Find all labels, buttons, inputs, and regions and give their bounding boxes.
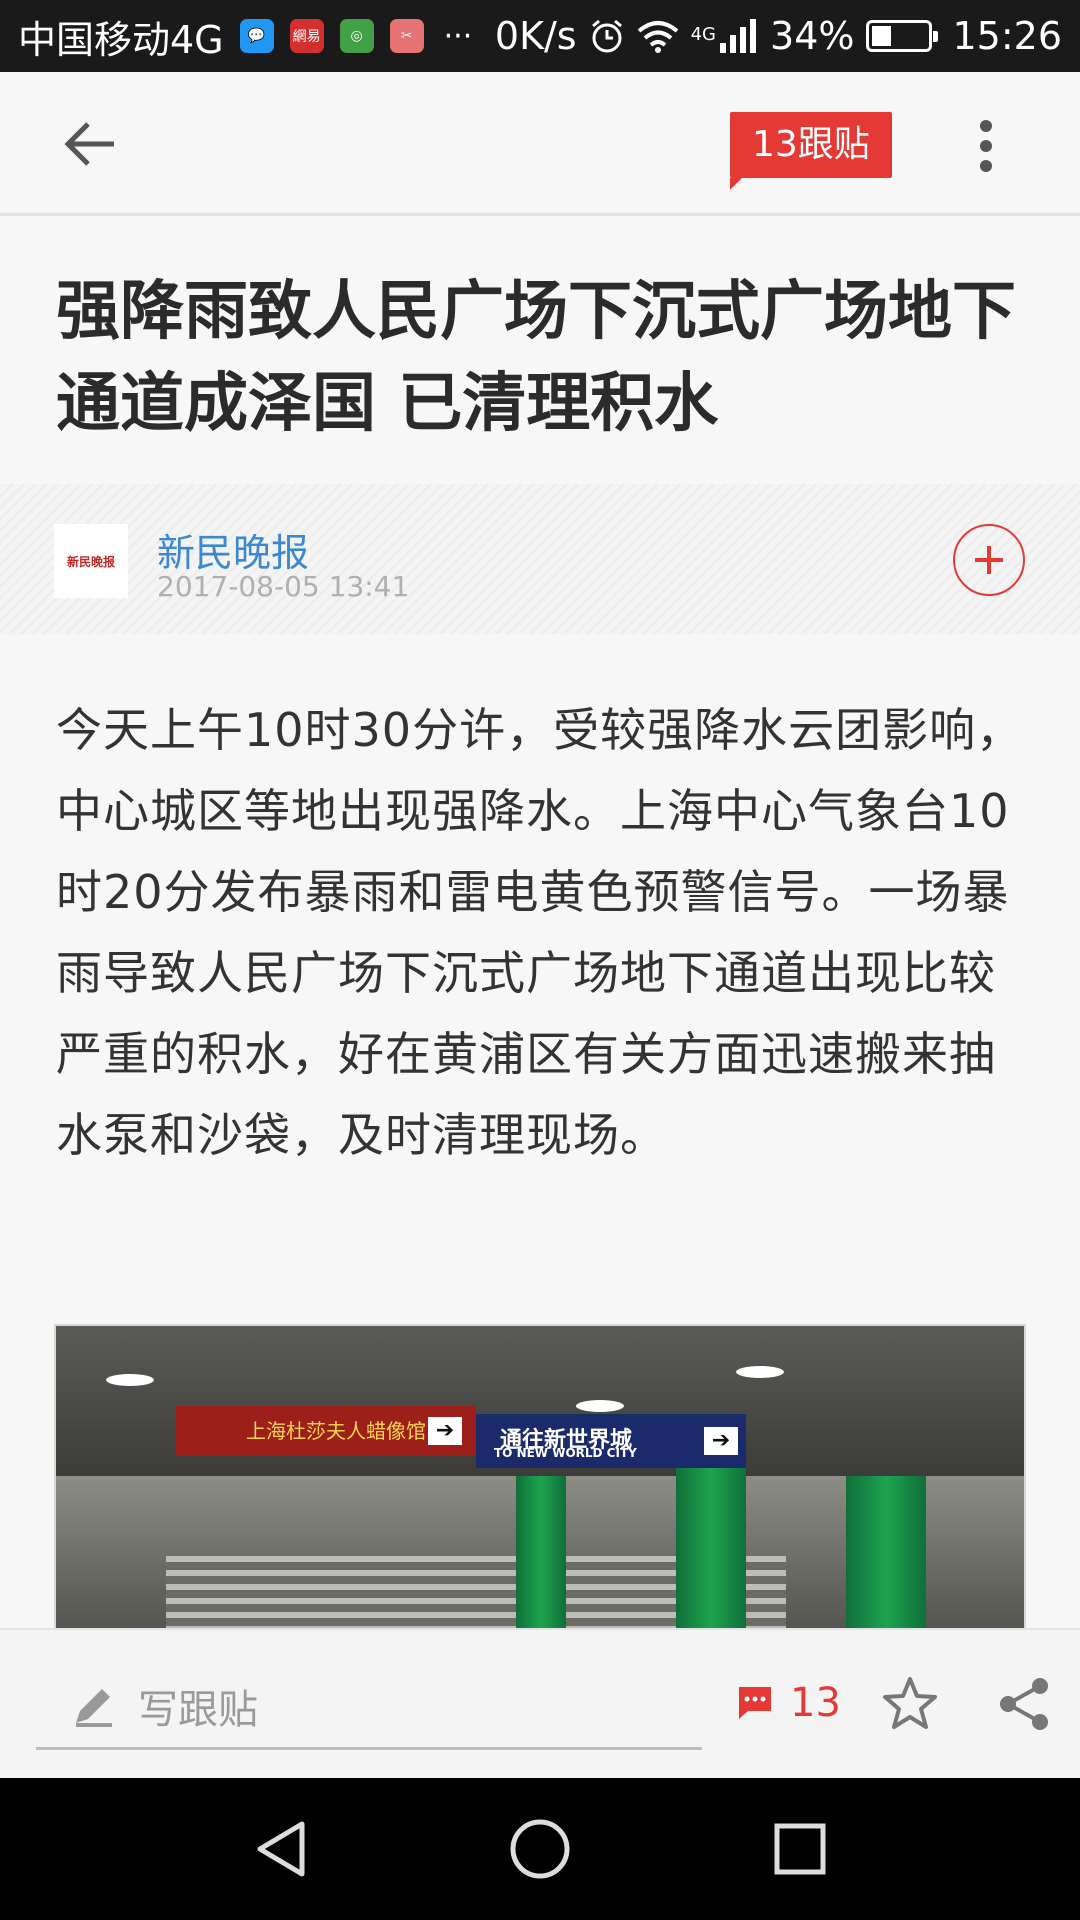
battery-percent: 34% (770, 14, 855, 58)
star-icon[interactable] (880, 1674, 940, 1734)
article-body: 今天上午10时30分许，受较强降水云团影响，中心城区等地出现强降水。上海中心气象… (56, 703, 1024, 1162)
battery-icon (866, 20, 939, 52)
bottom-action-bar: 写跟贴 13 (0, 1628, 1080, 1778)
comment-placeholder: 写跟贴 (138, 1686, 258, 1733)
more-options-icon[interactable] (970, 116, 1002, 176)
source-name[interactable]: 新民晚报 (157, 522, 309, 577)
source-logo[interactable]: 新民晚报 (54, 524, 128, 598)
source-row: 新民晚报 新民晚报 2017-08-05 13:41 (0, 484, 1080, 634)
article-content[interactable]: 强降雨致人民广场下沉式广场地下通道成泽国 已清理积水 新民晚报 新民晚报 201… (0, 216, 1080, 1628)
green-pillar (676, 1466, 746, 1628)
share-icon[interactable] (996, 1674, 1052, 1734)
alarm-icon (591, 19, 622, 53)
ceiling-lamp (736, 1366, 784, 1378)
wifi-icon (637, 21, 678, 53)
follow-button[interactable] (953, 524, 1025, 596)
back-arrow-icon[interactable] (60, 116, 120, 172)
ceiling-lamp (106, 1374, 154, 1386)
app-header: 13跟贴 (0, 72, 1080, 216)
browser-app-icon: ◎ (339, 19, 374, 53)
nav-home-button[interactable] (504, 1813, 576, 1885)
plus-icon (975, 546, 1003, 574)
carrier-label: 中国移动4G (18, 17, 224, 62)
comment-count-button[interactable]: 13 (736, 1680, 841, 1726)
article-title: 强降雨致人民广场下沉式广场地下通道成泽国 已清理积水 (56, 275, 1016, 441)
square-recents-icon (774, 1823, 826, 1875)
nav-back-button[interactable] (244, 1813, 316, 1885)
triangle-back-icon (257, 1821, 305, 1877)
nav-recents-button[interactable] (764, 1813, 836, 1885)
network-type: 4G (690, 24, 717, 45)
tool-app-icon: ✂ (389, 19, 424, 53)
comment-count: 13 (790, 1680, 841, 1726)
sign-arrow: ➔ (428, 1417, 462, 1445)
sign-new-world-city-subtext: TO NEW WORLD CITY (494, 1446, 637, 1460)
more-notifications-icon: ··· (443, 18, 473, 54)
netease-app-icon: 網易 (289, 19, 324, 53)
green-pillar (516, 1476, 566, 1628)
system-nav-bar (0, 1778, 1080, 1920)
pencil-icon (76, 1688, 112, 1727)
ceiling-lamp (576, 1400, 624, 1412)
reply-count-badge[interactable]: 13跟贴 (730, 112, 892, 190)
network-speed: 0K/s (494, 14, 577, 58)
signal-icon (720, 19, 757, 53)
status-bar: 中国移动4G 💬 網易 ◎ ✂ ··· 0K/s 4G 34% 15:26 (0, 0, 1080, 72)
clock: 15:26 (952, 14, 1062, 58)
circle-home-icon (510, 1819, 570, 1879)
comment-bubble-icon (739, 1687, 771, 1719)
chat-app-icon: 💬 (239, 19, 274, 53)
comment-input[interactable]: 写跟贴 (36, 1664, 702, 1750)
sign-arrow: ➔ (704, 1427, 738, 1455)
publish-time: 2017-08-05 13:41 (157, 570, 410, 603)
green-pillar (846, 1476, 926, 1628)
article-photo[interactable]: 上海杜莎夫人蜡像馆 ➔ 通往新世界城 TO NEW WORLD CITY ➔ (54, 1324, 1026, 1628)
